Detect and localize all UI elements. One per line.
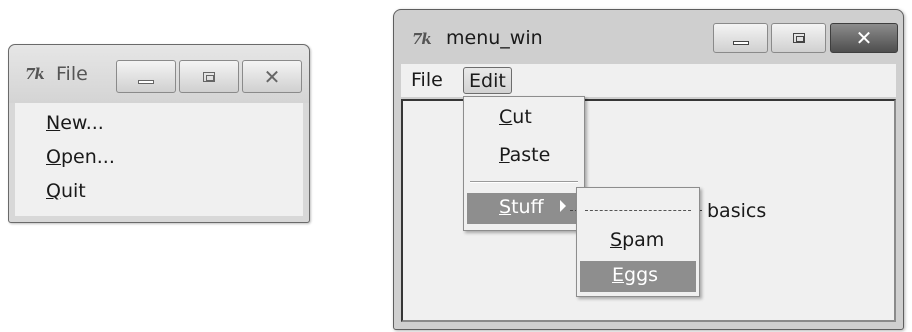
minimize-icon bbox=[732, 41, 749, 45]
menu-item-new[interactable]: New... bbox=[46, 112, 104, 134]
minimize-icon bbox=[138, 79, 154, 84]
close-icon: ✕ bbox=[855, 26, 873, 50]
menubar: File Edit bbox=[401, 64, 896, 97]
menu-item-eggs[interactable]: Eggs bbox=[580, 261, 696, 292]
close-button[interactable]: ✕ bbox=[830, 23, 898, 53]
menu-item-cut[interactable]: Cut bbox=[499, 106, 532, 128]
menubar-edit[interactable]: Edit bbox=[463, 67, 512, 94]
minimize-button[interactable] bbox=[116, 60, 176, 93]
tearoff-file-window: 7k File ✕ New... Open... Quit bbox=[8, 44, 310, 223]
stuff-submenu: Spam Eggs bbox=[576, 187, 700, 297]
close-icon: ✕ bbox=[263, 64, 281, 89]
tearoff-titlebar[interactable]: 7k File ✕ bbox=[9, 45, 309, 103]
menu-item-open[interactable]: Open... bbox=[46, 146, 115, 168]
edit-menu: Cut Paste Stuff bbox=[463, 96, 585, 231]
body-label: basics bbox=[707, 200, 767, 222]
close-button[interactable]: ✕ bbox=[242, 60, 302, 93]
maximize-button[interactable] bbox=[179, 60, 239, 93]
minimize-button[interactable] bbox=[713, 23, 768, 53]
tk-feather-icon: 7k bbox=[25, 65, 45, 83]
menu-separator bbox=[470, 181, 578, 183]
maximize-icon bbox=[203, 71, 215, 82]
chevron-right-icon bbox=[560, 200, 566, 212]
maximize-icon bbox=[792, 33, 805, 43]
menu-item-stuff[interactable]: Stuff bbox=[467, 193, 581, 224]
menu-item-quit[interactable]: Quit bbox=[46, 180, 86, 202]
submenu-tearoff-line[interactable] bbox=[585, 210, 691, 211]
tk-feather-icon: 7k bbox=[412, 30, 432, 48]
main-window-title: menu_win bbox=[446, 27, 543, 49]
maximize-button[interactable] bbox=[771, 23, 826, 53]
menu-item-paste[interactable]: Paste bbox=[499, 144, 550, 166]
menubar-file[interactable]: File bbox=[406, 67, 448, 94]
menu-item-spam[interactable]: Spam bbox=[610, 229, 664, 251]
tearoff-window-title: File bbox=[56, 63, 88, 85]
